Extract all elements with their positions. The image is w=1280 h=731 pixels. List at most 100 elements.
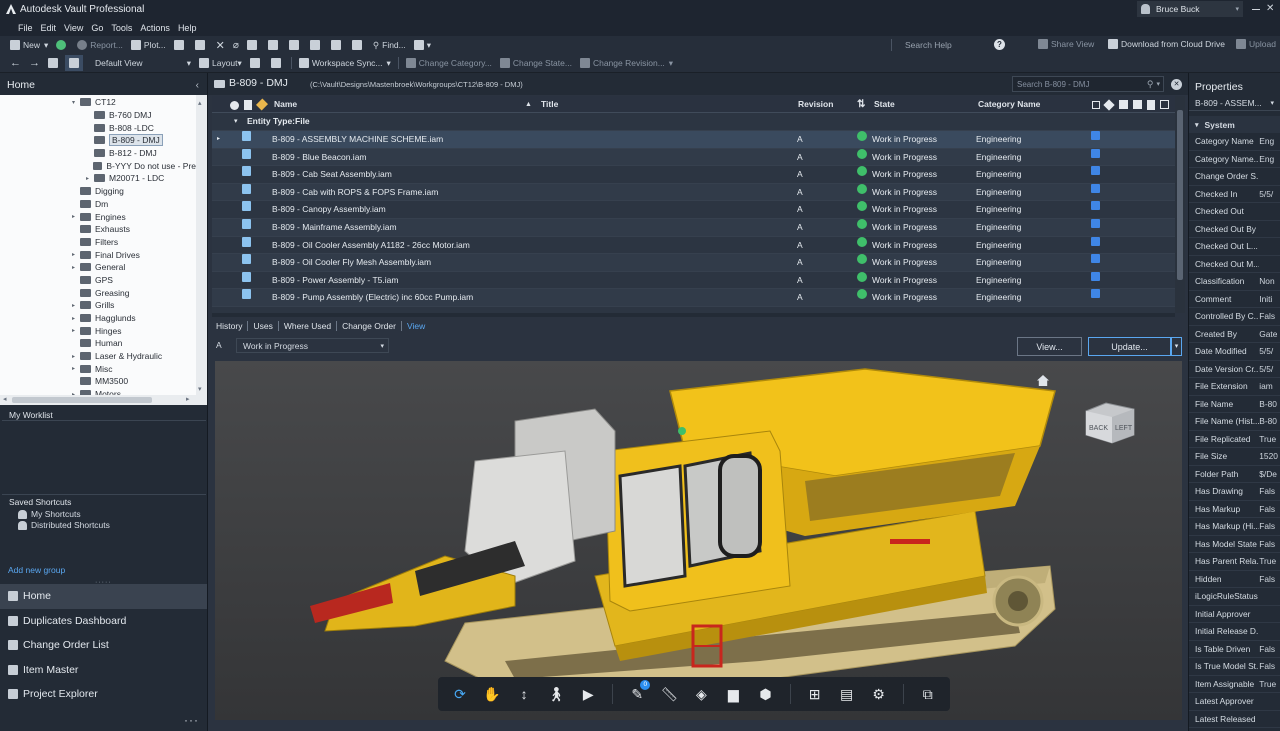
property-row[interactable]: File Name B-80 [1189, 396, 1280, 413]
tree-folder-item[interactable]: Human [0, 337, 196, 350]
file-type-icon[interactable] [244, 100, 252, 110]
property-row[interactable]: Initial Release D... [1189, 623, 1280, 641]
close-search-button[interactable]: ✕ [1171, 79, 1182, 90]
tree-folder-item[interactable]: GPS [0, 274, 196, 287]
tree-folder-item[interactable]: B-YYY Do not use - Pre [0, 159, 196, 172]
tree-folder-item[interactable]: Greasing [0, 286, 196, 299]
property-row[interactable]: Checked Out By [1189, 221, 1280, 238]
property-row[interactable]: Folder Path $/De [1189, 466, 1280, 483]
measure-ruler-icon[interactable]: 📏︎ [660, 686, 678, 702]
viewcube[interactable]: BACK LEFT [1084, 401, 1136, 445]
tag-icon[interactable] [1103, 99, 1115, 111]
property-row[interactable]: Checked Out M... [1189, 256, 1280, 273]
nav-project-explorer[interactable]: Project Explorer [0, 682, 207, 707]
expand-toggle-icon[interactable]: ▸ [72, 213, 80, 220]
minimize-button[interactable] [1252, 9, 1260, 10]
tree-folder-item[interactable]: B-760 DMJ [0, 109, 196, 122]
document-icon[interactable] [1147, 100, 1155, 110]
property-row[interactable]: Category Name... Eng [1189, 151, 1280, 168]
grid-bottom-scrollbar[interactable] [212, 313, 1175, 317]
pack-button[interactable] [348, 40, 369, 50]
tree-folder-item[interactable]: B-808 -LDC [0, 121, 196, 134]
check-box[interactable] [1091, 148, 1100, 158]
list-icon[interactable] [1133, 100, 1142, 109]
print-button[interactable] [170, 40, 191, 50]
report-button[interactable]: Report... [73, 40, 127, 50]
pan-hand-icon[interactable]: ✋ [483, 686, 500, 702]
distributed-shortcuts-item[interactable]: Distributed Shortcuts [18, 520, 110, 530]
property-row[interactable]: Has Parent Rela... True [1189, 553, 1280, 571]
collapse-pane-icon[interactable]: ‹ [196, 80, 199, 91]
expand-toggle-icon[interactable]: ▸ [72, 302, 80, 309]
property-row[interactable]: Initial Approver [1189, 606, 1280, 623]
menu-help[interactable]: Help [174, 23, 201, 33]
check-box[interactable] [1091, 201, 1100, 211]
category-tag-icon[interactable] [255, 98, 269, 111]
default-view-select[interactable]: Default View ▾ [83, 58, 195, 69]
user-menu[interactable]: Bruce Buck ▾ [1137, 1, 1243, 17]
attach-button[interactable]: ⌀ [229, 40, 243, 51]
property-row[interactable]: Has Model State Fals [1189, 536, 1280, 553]
back-button[interactable]: ← [6, 57, 25, 69]
delete-button[interactable]: ✕ [212, 39, 229, 52]
menu-tools[interactable]: Tools [107, 23, 136, 33]
row-arrow-icon[interactable]: ▸ [217, 131, 220, 149]
title-column-header[interactable]: Title [541, 96, 558, 113]
section-icon[interactable]: ◈ [693, 686, 709, 702]
expand-toggle-icon[interactable]: ▸ [72, 327, 80, 334]
plot-button[interactable]: Plot... [127, 40, 170, 50]
property-row[interactable]: Checked In 5/5/ [1189, 186, 1280, 203]
category-column-header[interactable]: Category Name [978, 96, 1040, 113]
property-row[interactable]: Controlled By C... Fals [1189, 308, 1280, 326]
layout-button[interactable]: Layout ▾ [195, 58, 246, 69]
tree-folder-item[interactable]: B-812 - DMJ [0, 147, 196, 160]
property-row[interactable]: Checked Out [1189, 203, 1280, 221]
explode-cube-icon[interactable]: ⬢ [757, 686, 773, 702]
update-button[interactable]: Update... [1088, 337, 1171, 356]
fullscreen-icon[interactable]: ⧉ [920, 686, 936, 702]
get-revision-button[interactable] [327, 40, 348, 50]
system-section-header[interactable]: ▾ System [1189, 116, 1280, 133]
grid-scrollbar[interactable] [1175, 96, 1185, 313]
tab-history[interactable]: History [216, 321, 249, 331]
tree-scrollbar-horizontal[interactable]: ◂ ▸ [0, 395, 207, 405]
view-button[interactable]: View... [1017, 337, 1082, 356]
home-header[interactable]: Home ‹ [0, 76, 207, 94]
help-icon[interactable]: ? [994, 39, 1005, 50]
forward-button[interactable]: → [25, 57, 44, 69]
tree-folder-item[interactable]: ▸ General [0, 261, 196, 274]
property-row[interactable]: iLogicRuleStatus [1189, 588, 1280, 606]
check-box[interactable] [1091, 271, 1100, 281]
add-group-link[interactable]: Add new group [8, 565, 65, 575]
print-preview-button[interactable] [191, 40, 212, 50]
expand-toggle-icon[interactable]: ▸ [72, 365, 80, 372]
expand-toggle-icon[interactable]: ▸ [72, 353, 80, 360]
3d-viewer[interactable]: BACK LEFT [215, 361, 1182, 720]
close-button[interactable]: ✕ [1266, 3, 1274, 14]
tree-folder-item[interactable]: MM3500 [0, 375, 196, 388]
up-level-button[interactable] [44, 58, 65, 68]
tree-folder-item[interactable]: ▸ M20071 - LDC [0, 172, 196, 185]
property-row[interactable]: Is True Model St... Fals [1189, 658, 1280, 676]
check-box[interactable] [1091, 131, 1100, 140]
name-column-header[interactable]: Name [274, 96, 297, 113]
upload-button[interactable]: Upload [1232, 39, 1280, 49]
property-row[interactable]: Has Drawing Fals [1189, 483, 1280, 501]
property-row[interactable]: Change Order S... [1189, 168, 1280, 186]
property-row[interactable]: Comment Initi [1189, 291, 1280, 308]
zoom-icon[interactable]: ↕ [516, 686, 532, 702]
property-row[interactable]: File Name (Hist... B-80 [1189, 413, 1280, 431]
table-row[interactable]: B-809 - Cab with ROPS & FOPS Frame.iam A W… [212, 183, 1175, 202]
download-cloud-button[interactable]: Download from Cloud Drive [1104, 39, 1229, 49]
property-row[interactable]: Date Version Cr... 5/5/ [1189, 361, 1280, 378]
menu-view[interactable]: View [60, 23, 87, 33]
folder-search-input[interactable]: Search B-809 - DMJ ⚲ ▾ [1012, 76, 1164, 92]
folder-icon[interactable]: ▆ [725, 686, 741, 702]
menu-actions[interactable]: Actions [136, 23, 174, 33]
check-box[interactable] [1091, 183, 1100, 193]
camera-icon[interactable]: ▶ [580, 686, 596, 702]
tree-folder-item[interactable]: Digging [0, 185, 196, 198]
nav-duplicates-dashboard[interactable]: Duplicates Dashboard [0, 609, 207, 634]
checkbox-column-icon[interactable] [1092, 101, 1100, 109]
property-row[interactable]: File Size 1520 [1189, 448, 1280, 466]
